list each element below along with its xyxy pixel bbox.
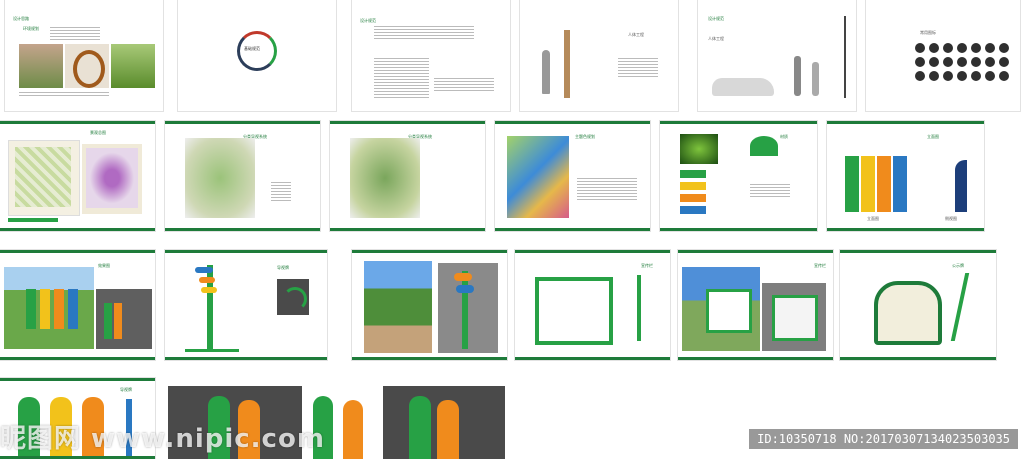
page-color-plan: 主题色规划 [495, 121, 650, 231]
leaf-logo [750, 136, 778, 156]
page-title: 景观总图 [90, 130, 106, 135]
render-dark-2 [383, 386, 505, 459]
aerial-map [185, 138, 255, 218]
page-title: 效果图 [98, 263, 110, 268]
notice-board [874, 281, 942, 345]
icon-grid [915, 43, 1009, 81]
page-site-plan: 景观总图 [0, 121, 155, 231]
page-title: 材质 [780, 134, 788, 139]
page-title: 常用图标 [920, 30, 936, 35]
page-signpost-render [352, 250, 507, 360]
page-title: 设计思路 [13, 16, 29, 21]
photo-trees [111, 44, 155, 88]
site-map-detail [82, 144, 142, 214]
render-light [307, 386, 373, 459]
human-figure [542, 50, 550, 94]
page-design-spec: 设计规范 [352, 0, 510, 111]
page-subtitle: 环境规划 [23, 26, 39, 31]
page-title: 主题色规划 [575, 134, 595, 139]
watermark-id: ID:10350718 NO:20170307134023503035 [749, 429, 1018, 449]
page-bulletin-elevation: 宣传栏 [515, 250, 670, 360]
page-elevation: 立面图 立面图 侧视图 [827, 121, 984, 231]
page-signpost-1: 导视牌 [165, 250, 327, 360]
caption: 立面图 [867, 216, 879, 221]
page-title: 立面图 [927, 134, 939, 139]
zone-map [507, 136, 569, 218]
logo-ring [237, 31, 277, 71]
bulletin-board [535, 277, 613, 345]
page-title: 基础规范 [244, 46, 260, 51]
page-nav-system-2: 分类导视系统 [330, 121, 485, 231]
page-render-1: 效果图 [0, 250, 155, 360]
sign-pole [844, 16, 846, 98]
page-nav-system-1: 分类导视系统 [165, 121, 320, 231]
car-silhouette [712, 78, 774, 96]
render-outdoor [4, 267, 94, 349]
section-label: 人体工程 [708, 36, 724, 41]
page-title: 导视牌 [120, 387, 132, 392]
caption: 侧视图 [945, 216, 957, 221]
page-title: 设计规范 [708, 16, 724, 21]
aerial-map [350, 138, 420, 218]
human-figure [812, 62, 819, 96]
page-design-concept: 设计思路 环境规划 [5, 0, 163, 111]
photo-garden [19, 44, 63, 88]
section-label: 人体工程 [628, 32, 644, 37]
page-ergonomics: 人体工程 [520, 0, 678, 111]
render-photo [682, 267, 760, 351]
page-basic-spec: 基础规范 [178, 0, 336, 111]
photo-ring-sculpture [65, 44, 109, 88]
page-title: 设计规范 [360, 18, 376, 23]
curved-sign-photo [277, 279, 309, 315]
page-notice-board: 公示牌 [840, 250, 996, 360]
page-material: 材质 [660, 121, 817, 231]
site-map [8, 140, 80, 216]
signboard [564, 30, 570, 98]
render-dark-1 [168, 386, 302, 459]
page-icons: 常用图标 [866, 0, 1020, 111]
leaf-photo [680, 134, 718, 164]
page-title: 导视牌 [277, 265, 289, 270]
page-title: 宣传栏 [641, 263, 653, 268]
render-photo [364, 261, 432, 353]
render-studio [96, 289, 152, 349]
page-bulletin-render: 宣传栏 [678, 250, 833, 360]
page-signs-final: 导视牌 [0, 378, 155, 459]
page-title: 公示牌 [952, 263, 964, 268]
page-title: 宣传栏 [814, 263, 826, 268]
human-figure [794, 56, 801, 96]
page-ergonomics-car: 设计规范 人体工程 [698, 0, 856, 111]
render-studio [762, 283, 826, 351]
render-studio [438, 263, 498, 353]
